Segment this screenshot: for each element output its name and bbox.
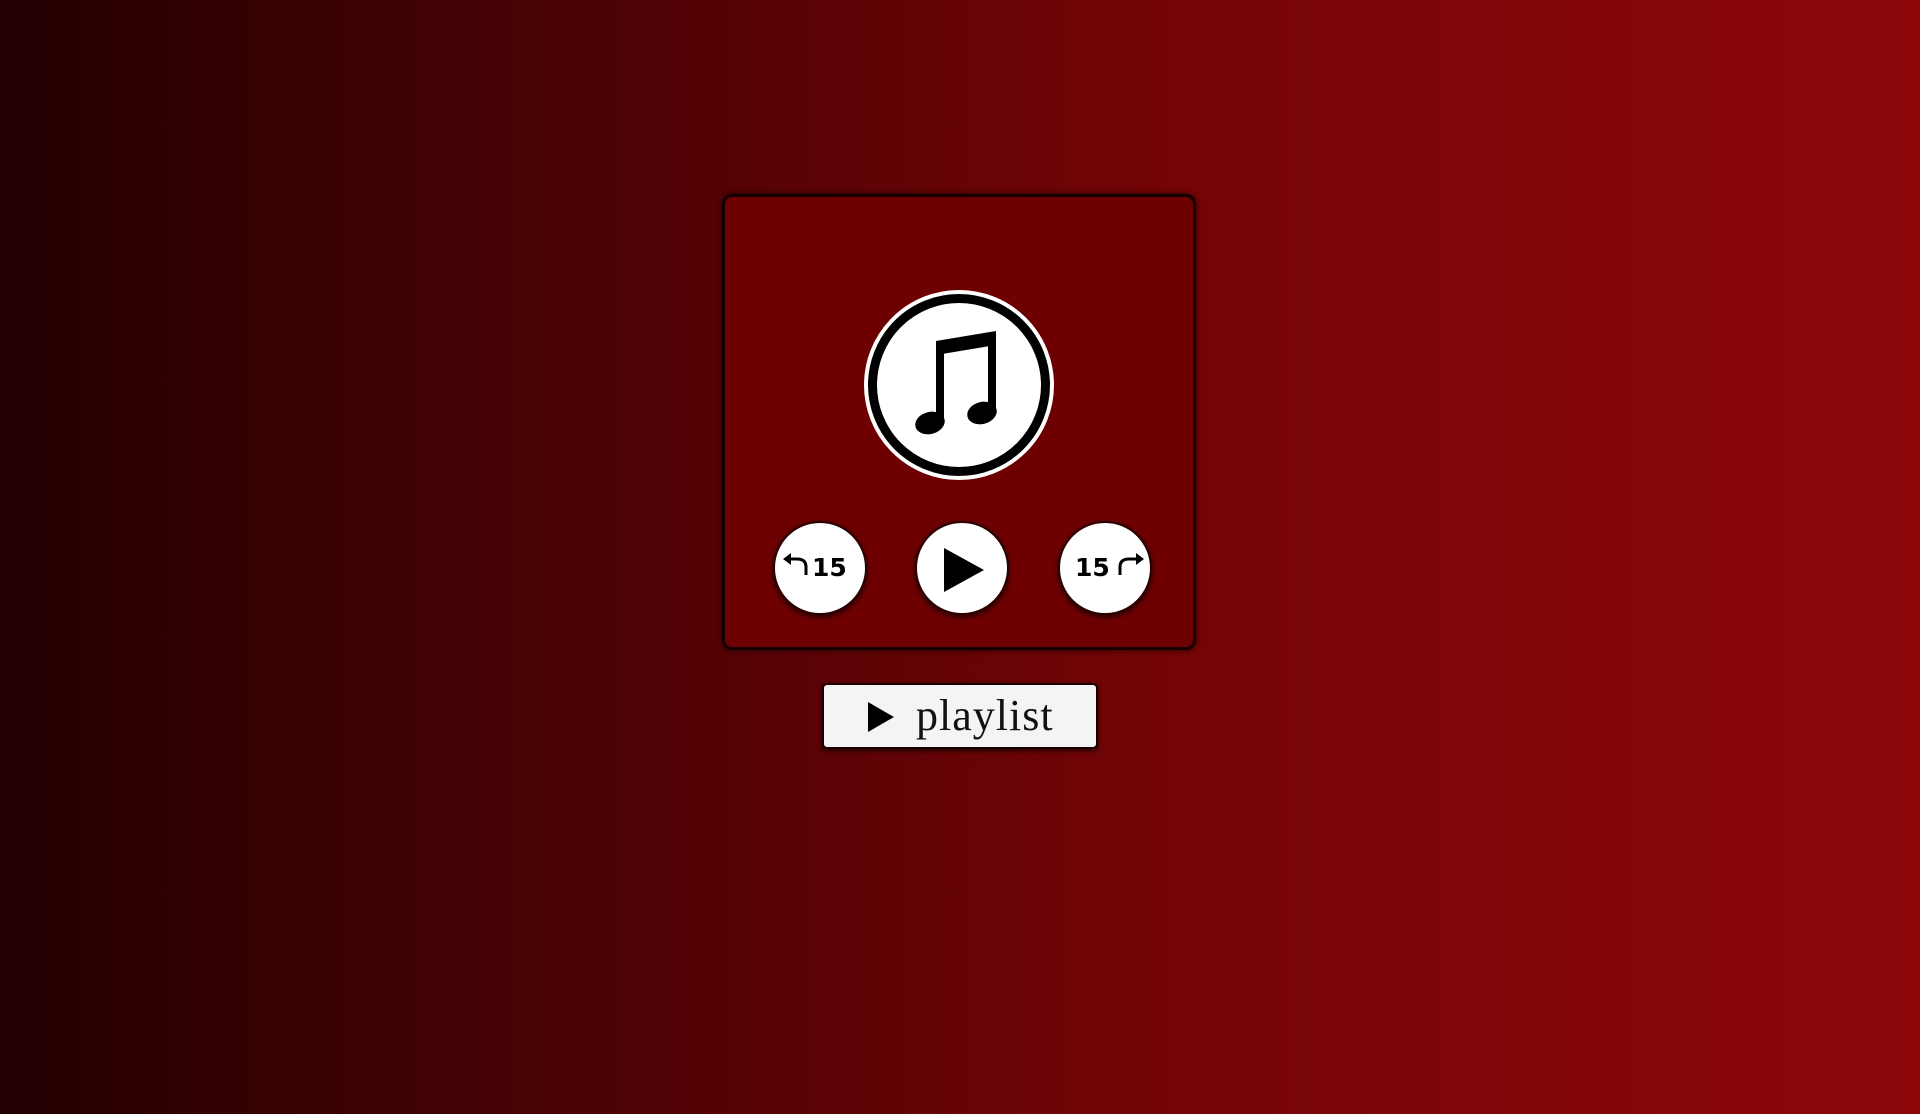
play-button[interactable] — [915, 521, 1009, 615]
album-art — [864, 290, 1054, 480]
music-note-icon — [915, 331, 997, 435]
player-card: 15 15 — [722, 194, 1196, 650]
play-icon — [944, 548, 984, 592]
rewind-seconds-label: 15 — [812, 553, 847, 582]
playlist-button[interactable]: playlist — [822, 683, 1098, 749]
forward-arrow-icon — [1118, 553, 1144, 575]
rewind-15-button[interactable]: 15 — [773, 521, 867, 615]
playlist-button-label: playlist — [916, 691, 1054, 740]
forward-15-button[interactable]: 15 — [1058, 521, 1152, 615]
play-icon — [868, 702, 894, 732]
